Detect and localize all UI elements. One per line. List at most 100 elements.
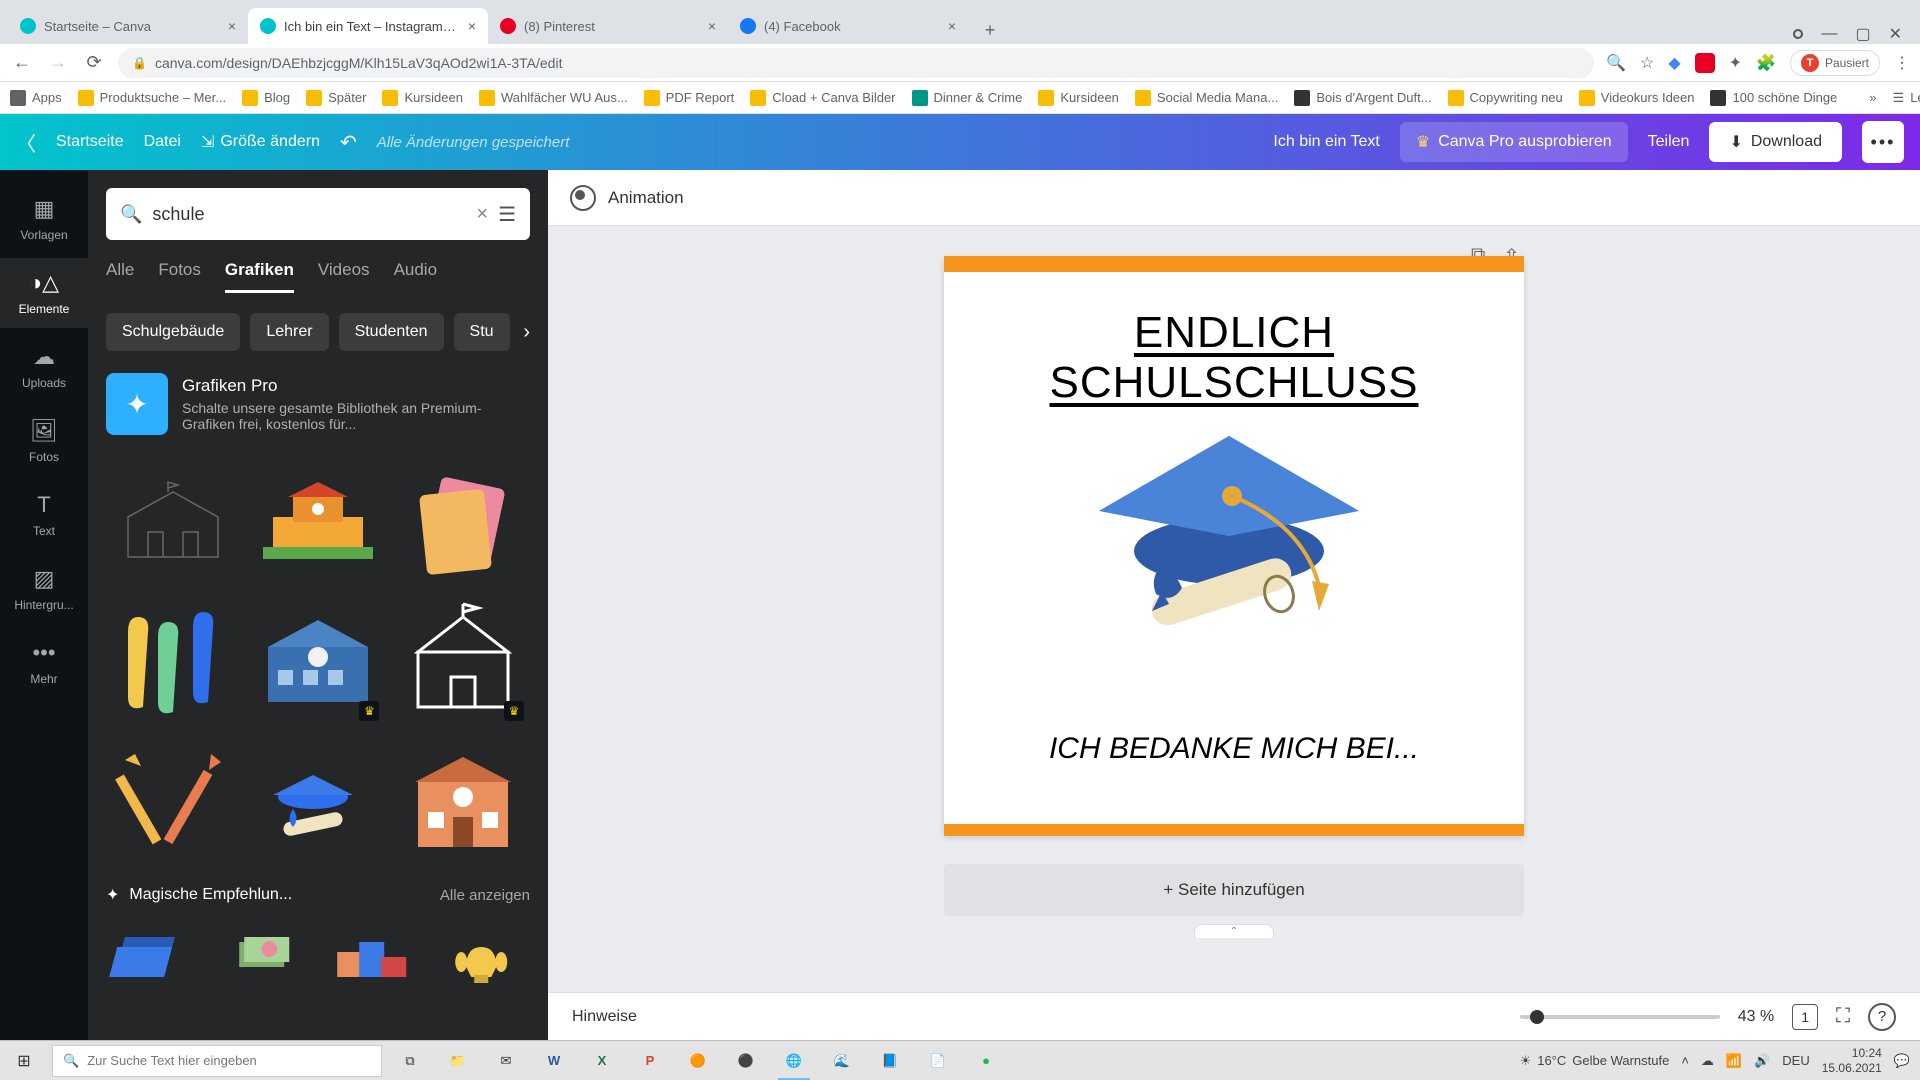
graphic-item[interactable] (106, 457, 241, 587)
spotify-icon[interactable]: ● (962, 1041, 1010, 1080)
back-chevron-icon[interactable]: 〈 (16, 128, 36, 157)
resize-button[interactable]: ⇲ Größe ändern (201, 132, 320, 152)
fullscreen-icon[interactable]: ⛶ (1836, 1005, 1850, 1028)
powerpoint-icon[interactable]: P (626, 1041, 674, 1080)
bookmark-item[interactable]: Copywriting neu (1448, 90, 1563, 106)
search-input[interactable] (152, 204, 466, 225)
bookmark-item[interactable]: Apps (10, 90, 62, 106)
bookmark-item[interactable]: Cload + Canva Bilder (750, 90, 895, 106)
tab-audio[interactable]: Audio (394, 260, 437, 293)
graphics-pro-card[interactable]: ✦ Grafiken Pro Schalte unsere gesamte Bi… (106, 373, 530, 435)
design-page[interactable]: ENDLICH SCHULSCHLUSS ICH BEDANKE MICH BE… (944, 256, 1524, 836)
rail-background[interactable]: ▨Hintergru... (0, 554, 88, 624)
more-menu-button[interactable]: ••• (1862, 121, 1904, 163)
elements-search[interactable]: 🔍 × ☰ (106, 188, 530, 240)
url-input[interactable]: 🔒 canva.com/design/DAEhbzjcggM/Klh15LaV3… (118, 48, 1594, 78)
show-all-link[interactable]: Alle anzeigen (440, 887, 530, 904)
rail-elements[interactable]: ◑△Elemente (0, 258, 88, 328)
canvas-scroll[interactable]: ⧉ ⇪ ENDLICH SCHULSCHLUSS (548, 226, 1920, 992)
close-icon[interactable]: × (708, 18, 716, 34)
file-menu[interactable]: Datei (144, 133, 181, 151)
animation-button[interactable]: Animation (608, 188, 684, 208)
tab-videos[interactable]: Videos (318, 260, 370, 293)
undo-icon[interactable]: ↶ (340, 130, 357, 155)
browser-tab[interactable]: (8) Pinterest × (488, 8, 728, 44)
bookmark-item[interactable]: 100 schöne Dinge (1710, 90, 1837, 106)
new-tab-button[interactable]: + (976, 16, 1004, 44)
zoom-lens-icon[interactable]: 🔍 (1606, 53, 1626, 73)
graphic-item[interactable]: ♛ (395, 597, 530, 727)
chip-lehrer[interactable]: Lehrer (250, 313, 328, 351)
graphic-item[interactable] (215, 917, 314, 987)
chip-schulgebaeude[interactable]: Schulgebäude (106, 313, 240, 351)
chip-partial[interactable]: Stu (454, 313, 510, 351)
rail-text[interactable]: TText (0, 480, 88, 550)
extension-icon[interactable]: ◆ (1668, 53, 1680, 73)
bookmark-item[interactable]: PDF Report (644, 90, 735, 106)
explorer-icon[interactable]: 📁 (434, 1041, 482, 1080)
graphic-item[interactable] (323, 917, 422, 987)
clear-icon[interactable]: × (476, 203, 488, 226)
taskbar-search[interactable]: 🔍 Zur Suche Text hier eingeben (52, 1045, 382, 1077)
reading-list-button[interactable]: ☰Leseliste (1893, 90, 1920, 106)
extensions-menu-icon[interactable]: 🧩 (1756, 53, 1776, 73)
add-page-button[interactable]: + Seite hinzufügen (944, 864, 1524, 916)
tab-graphics[interactable]: Grafiken (225, 260, 294, 293)
back-button[interactable]: ← (10, 52, 34, 73)
bookmarks-overflow-icon[interactable]: » (1869, 90, 1876, 105)
bookmark-item[interactable]: Produktsuche – Mer... (78, 90, 226, 106)
reload-button[interactable]: ⟳ (82, 52, 106, 73)
edge-icon[interactable]: 🌊 (818, 1041, 866, 1080)
mail-icon[interactable]: ✉ (482, 1041, 530, 1080)
language-indicator[interactable]: DEU (1782, 1053, 1809, 1068)
bookmark-star-icon[interactable]: ☆ (1640, 53, 1654, 73)
obs-icon[interactable]: ⚫ (722, 1041, 770, 1080)
clock[interactable]: 10:24 15.06.2021 (1822, 1046, 1882, 1075)
graphic-item[interactable] (395, 737, 530, 867)
task-view-icon[interactable]: ⧉ (386, 1041, 434, 1080)
hints-button[interactable]: Hinweise (572, 1008, 637, 1026)
browser-tab[interactable]: Ich bin ein Text – Instagram-Beit × (248, 8, 488, 44)
app-icon[interactable]: 📘 (866, 1041, 914, 1080)
weather-widget[interactable]: ☀ 16°C Gelbe Warnstufe (1520, 1053, 1670, 1069)
filter-icon[interactable]: ☰ (498, 202, 516, 227)
close-icon[interactable]: × (228, 18, 236, 34)
wifi-icon[interactable]: 📶 (1726, 1053, 1742, 1069)
zoom-slider[interactable] (1520, 1015, 1720, 1019)
graphic-item[interactable] (251, 457, 386, 587)
chrome-icon[interactable]: 🌐 (770, 1041, 818, 1080)
bookmark-item[interactable]: Kursideen (1038, 90, 1119, 106)
volume-icon[interactable]: 🔊 (1754, 1053, 1770, 1069)
word-icon[interactable]: W (530, 1041, 578, 1080)
design-subline[interactable]: ICH BEDANKE MICH BEI... (944, 732, 1524, 766)
zoom-value[interactable]: 43 % (1738, 1008, 1774, 1026)
graphic-item[interactable] (251, 737, 386, 867)
close-icon[interactable]: × (468, 18, 476, 34)
browser-tab[interactable]: Startseite – Canva × (8, 8, 248, 44)
minimize-icon[interactable]: — (1821, 25, 1837, 43)
bookmark-item[interactable]: Bois d'Argent Duft... (1294, 90, 1431, 106)
rail-templates[interactable]: ▦Vorlagen (0, 184, 88, 254)
bookmark-item[interactable]: Videokurs Ideen (1579, 90, 1695, 106)
start-button[interactable]: ⊞ (0, 1041, 48, 1080)
tab-photos[interactable]: Fotos (158, 260, 201, 293)
excel-icon[interactable]: X (578, 1041, 626, 1080)
extension-icon[interactable]: ✦ (1729, 53, 1742, 73)
notes-handle[interactable]: ⌃ (1194, 924, 1274, 938)
rail-photos[interactable]: 🖼Fotos (0, 406, 88, 476)
bookmark-item[interactable]: Dinner & Crime (912, 90, 1023, 106)
share-button[interactable]: Teilen (1648, 133, 1690, 151)
close-window-icon[interactable]: ✕ (1889, 24, 1902, 44)
bookmark-item[interactable]: Social Media Mana... (1135, 90, 1278, 106)
bookmark-item[interactable]: Kursideen (382, 90, 463, 106)
document-title[interactable]: Ich bin ein Text (1273, 133, 1379, 151)
profile-paused-chip[interactable]: T Pausiert (1790, 50, 1880, 76)
rail-more[interactable]: •••Mehr (0, 628, 88, 698)
close-icon[interactable]: × (948, 18, 956, 34)
onedrive-icon[interactable]: ☁ (1701, 1053, 1714, 1069)
app-icon[interactable]: 🟠 (674, 1041, 722, 1080)
bookmark-item[interactable]: Wahlfächer WU Aus... (479, 90, 628, 106)
graphic-item[interactable] (395, 457, 530, 587)
chip-studenten[interactable]: Studenten (339, 313, 444, 351)
tab-all[interactable]: Alle (106, 260, 134, 293)
